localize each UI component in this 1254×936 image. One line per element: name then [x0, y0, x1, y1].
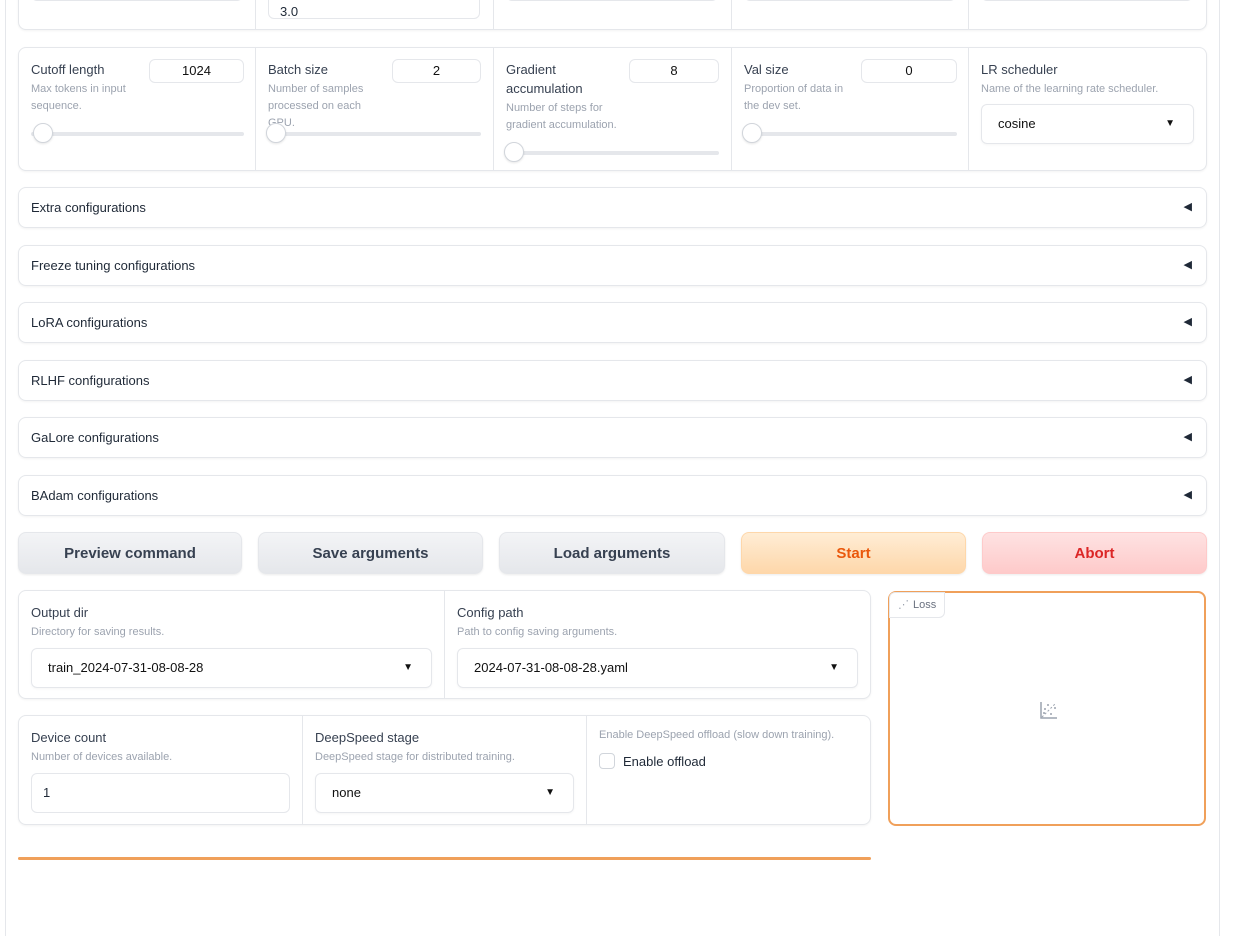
text-field[interactable]: [31, 0, 243, 1]
epochs-field[interactable]: 3.0: [268, 0, 480, 19]
device-count-field[interactable]: 1: [31, 773, 290, 813]
dropdown-value: none: [332, 785, 361, 800]
deepspeed-stage-dropdown[interactable]: none ▼: [315, 773, 574, 813]
val-size-input[interactable]: 0: [861, 59, 957, 83]
label: Gradient accumulation: [506, 62, 583, 96]
info: DeepSpeed stage for distributed training…: [315, 751, 515, 763]
text-field[interactable]: [981, 0, 1193, 1]
cutoff-length-slider[interactable]: [31, 123, 244, 143]
abort-button[interactable]: Abort: [982, 532, 1207, 574]
info: Path to config saving arguments.: [457, 626, 618, 638]
label: DeepSpeed stage: [315, 730, 420, 745]
info: Max tokens in input sequence.: [31, 83, 126, 112]
caret-down-icon: ▼: [1165, 118, 1175, 129]
checkbox-label: Enable offload: [623, 753, 706, 769]
gradient-accumulation-input[interactable]: 8: [629, 59, 719, 83]
gradient-accumulation: Gradient accumulation Number of steps fo…: [494, 48, 732, 170]
dropdown-value: cosine: [998, 116, 1036, 131]
dropdown-value: 2024-07-31-08-08-28.yaml: [474, 660, 628, 675]
top-params-block: 3.0: [18, 0, 1207, 30]
collapse-triangle-icon: ◀: [1183, 316, 1192, 328]
chart-scatter-icon: ⋰: [898, 599, 909, 611]
accordion-label: Freeze tuning configurations: [31, 258, 196, 273]
label: Output dir: [31, 605, 89, 620]
info: Number of steps for gradient accumulatio…: [506, 102, 617, 131]
dropdown-value: train_2024-07-31-08-08-28: [48, 660, 204, 675]
collapse-triangle-icon: ◀: [1183, 259, 1192, 271]
accordion-lora[interactable]: LoRA configurations ◀: [18, 302, 1207, 343]
device-block: Device count Number of devices available…: [18, 715, 871, 825]
collapse-triangle-icon: ◀: [1183, 489, 1192, 501]
output-dir-dropdown[interactable]: train_2024-07-31-08-08-28 ▼: [31, 648, 432, 688]
info: Number of samples processed on each GPU.: [268, 83, 364, 129]
label: LR scheduler: [981, 62, 1058, 77]
accordion-label: GaLore configurations: [31, 430, 159, 445]
batch-size-slider[interactable]: [266, 123, 481, 143]
accordion-galore[interactable]: GaLore configurations ◀: [18, 417, 1207, 458]
caret-down-icon: ▼: [545, 787, 555, 798]
text-field[interactable]: [506, 0, 718, 1]
plot-label: ⋰ Loss: [889, 592, 946, 618]
collapse-triangle-icon: ◀: [1183, 201, 1192, 213]
val-size: Val size Proportion of data in the dev s…: [732, 48, 969, 170]
cutoff-length-input[interactable]: 1024: [149, 59, 244, 83]
config-path-dropdown[interactable]: 2024-07-31-08-08-28.yaml ▼: [457, 648, 858, 688]
load-arguments-button[interactable]: Load arguments: [499, 532, 725, 574]
collapse-triangle-icon: ◀: [1183, 431, 1192, 443]
accordion-badam[interactable]: BAdam configurations ◀: [18, 475, 1207, 516]
batch-size: Batch size Number of samples processed o…: [256, 48, 494, 170]
accordion-label: BAdam configurations: [31, 488, 159, 503]
loss-plot: ⋰ Loss: [888, 591, 1206, 826]
val-size-slider[interactable]: [742, 123, 957, 143]
caret-down-icon: ▼: [403, 662, 413, 673]
training-params-block: Cutoff length Max tokens in input sequen…: [18, 47, 1207, 171]
collapse-triangle-icon: ◀: [1183, 374, 1192, 386]
caret-down-icon: ▼: [829, 662, 839, 673]
accordion-extra[interactable]: Extra configurations ◀: [18, 187, 1207, 228]
slider-thumb[interactable]: [742, 123, 762, 143]
save-arguments-button[interactable]: Save arguments: [258, 532, 483, 574]
preview-command-button[interactable]: Preview command: [18, 532, 242, 574]
cutoff-length: Cutoff length Max tokens in input sequen…: [19, 48, 256, 170]
info: Proportion of data in the dev set.: [744, 83, 844, 112]
label: Config path: [457, 605, 524, 620]
lr-scheduler: LR scheduler Name of the learning rate s…: [969, 48, 1206, 170]
slider-thumb[interactable]: [504, 142, 524, 162]
start-button[interactable]: Start: [741, 532, 966, 574]
plot-label-text: Loss: [913, 599, 937, 611]
progress-bar: [18, 857, 871, 860]
accordion-label: LoRA configurations: [31, 315, 148, 330]
info: Enable DeepSpeed offload (slow down trai…: [599, 729, 835, 741]
info: Number of devices available.: [31, 751, 173, 763]
slider-thumb[interactable]: [266, 123, 286, 143]
chart-scatter-icon: [1040, 702, 1057, 719]
output-block: Output dir Directory for saving results.…: [18, 590, 871, 699]
slider-thumb[interactable]: [33, 123, 53, 143]
label: Device count: [31, 730, 107, 745]
checkbox-box[interactable]: [599, 753, 615, 769]
text-field[interactable]: [744, 0, 956, 1]
info: Name of the learning rate scheduler.: [981, 83, 1159, 95]
info: Directory for saving results.: [31, 626, 165, 638]
gradient-accumulation-slider[interactable]: [504, 142, 719, 162]
enable-offload-checkbox[interactable]: Enable offload: [599, 753, 706, 769]
accordion-label: Extra configurations: [31, 200, 146, 215]
accordion-rlhf[interactable]: RLHF configurations ◀: [18, 360, 1207, 401]
accordion-freeze[interactable]: Freeze tuning configurations ◀: [18, 245, 1207, 286]
batch-size-input[interactable]: 2: [392, 59, 481, 83]
accordion-label: RLHF configurations: [31, 373, 150, 388]
lr-scheduler-dropdown[interactable]: cosine ▼: [981, 104, 1194, 144]
